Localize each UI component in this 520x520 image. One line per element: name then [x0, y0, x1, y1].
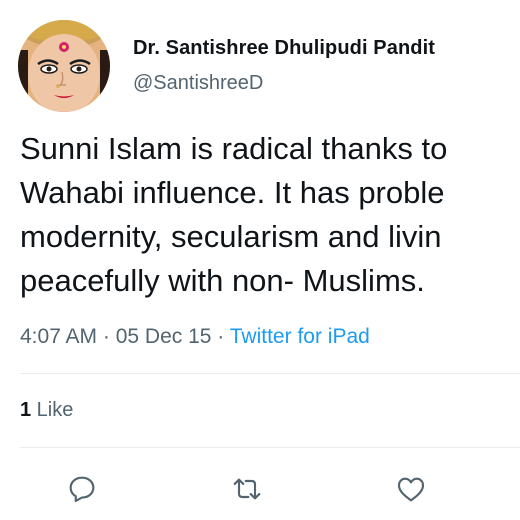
- author-handle[interactable]: @SantishreeD: [133, 72, 263, 95]
- retweet-icon: [233, 478, 261, 500]
- tweet-text-line: Sunni Islam is radical thanks to: [20, 131, 448, 166]
- author-avatar[interactable]: [18, 20, 110, 112]
- divider: [20, 373, 520, 374]
- likes-stat[interactable]: 1 Like: [20, 399, 73, 422]
- meta-separator: ·: [97, 325, 116, 348]
- tweet-source-link[interactable]: Twitter for iPad: [230, 325, 370, 348]
- likes-label: Like: [31, 399, 74, 421]
- tweet-text-line: Wahabi influence. It has proble: [20, 175, 445, 210]
- author-display-name[interactable]: Dr. Santishree Dhulipudi Pandit: [133, 37, 435, 60]
- tweet-meta: 4:07 AM · 05 Dec 15 · Twitter for iPad: [20, 325, 370, 349]
- tweet-card: Dr. Santishree Dhulipudi Pandit @Santish…: [0, 0, 520, 520]
- meta-separator: ·: [211, 325, 230, 348]
- goddess-durga-avatar-icon: [18, 20, 110, 112]
- heart-icon: [397, 477, 425, 502]
- tweet-text-line: modernity, secularism and livin: [20, 219, 442, 254]
- retweet-button[interactable]: [229, 471, 265, 507]
- reply-button[interactable]: [64, 471, 100, 507]
- likes-count: 1: [20, 399, 32, 421]
- tweet-time[interactable]: 4:07 AM: [20, 325, 97, 348]
- tweet-text-line: peacefully with non- Muslims.: [20, 263, 425, 298]
- divider: [20, 447, 520, 448]
- tweet-date[interactable]: 05 Dec 15: [116, 325, 212, 348]
- like-button[interactable]: [393, 471, 429, 507]
- tweet-text: Sunni Islam is radical thanks to Wahabi …: [20, 127, 520, 303]
- reply-icon: [69, 476, 95, 503]
